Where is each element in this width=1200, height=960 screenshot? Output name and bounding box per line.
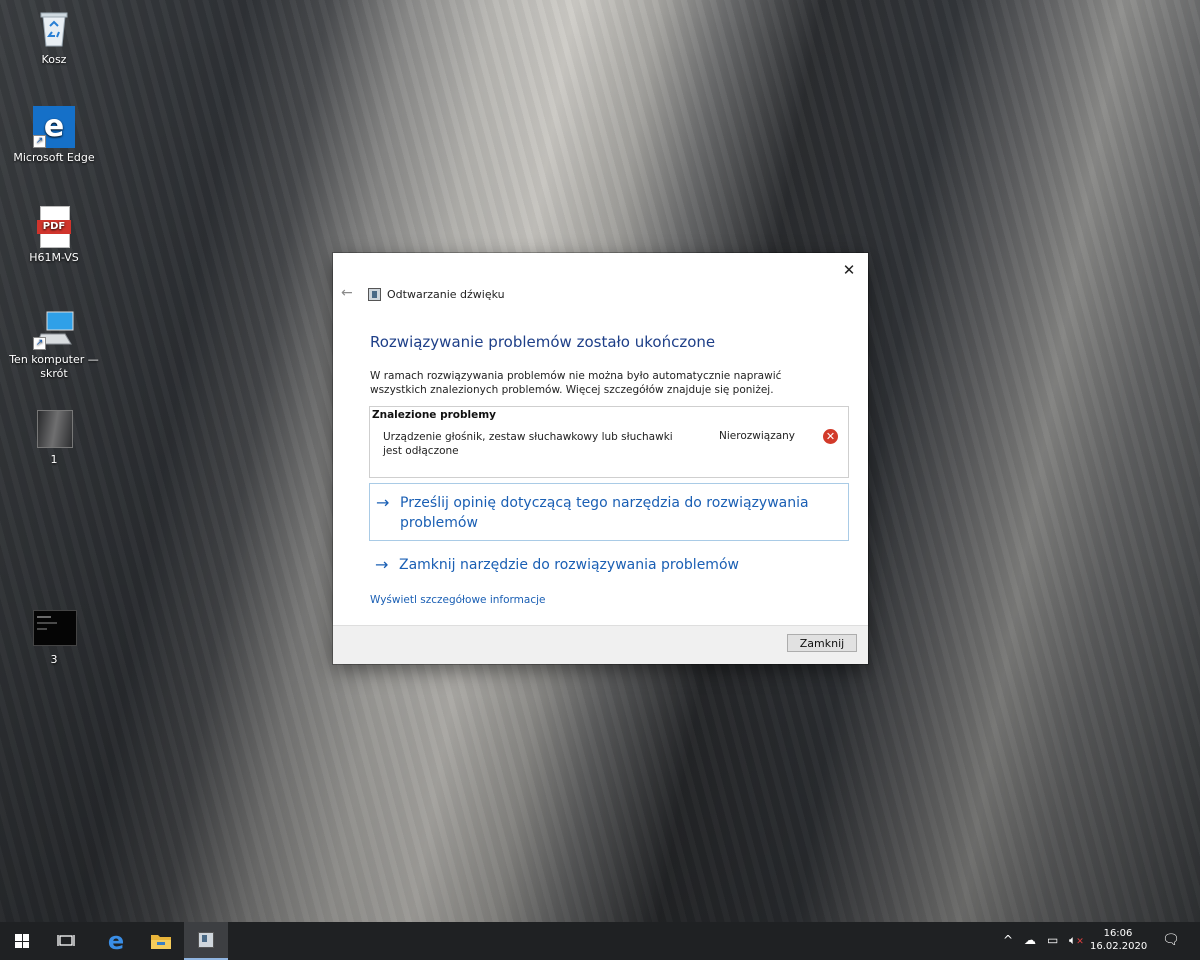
problem-status: Nierozwiązany <box>719 430 796 442</box>
taskbar-edge-button[interactable]: e <box>94 922 138 960</box>
task-view-button[interactable] <box>44 922 88 960</box>
clock-date: 16.02.2020 <box>1090 941 1148 952</box>
page-title: Rozwiązywanie problemów zostało ukończon… <box>370 333 716 351</box>
taskbar-clock[interactable]: 16:06 16.02.2020 <box>1090 927 1148 953</box>
chevron-up-icon[interactable]: ^ <box>1003 933 1013 947</box>
arrow-right-icon: → <box>376 493 390 512</box>
recycle-bin-icon <box>33 8 75 50</box>
troubleshooter-dialog: ✕ ← Odtwarzanie dźwięku Rozwiązywanie pr… <box>333 253 868 664</box>
problems-found-box: Znalezione problemy Urządzenie głośnik, … <box>369 406 849 478</box>
close-icon[interactable]: ✕ <box>838 259 860 281</box>
dialog-title-row: Odtwarzanie dźwięku <box>368 288 505 301</box>
volume-muted-icon[interactable]: 🔈︎✕ <box>1069 933 1084 948</box>
windows-logo-icon <box>15 934 29 948</box>
onedrive-cloud-icon[interactable]: ☁ <box>1024 933 1036 947</box>
this-pc-icon: ↗ <box>33 308 75 350</box>
desktop-icon-label: Kosz <box>41 53 67 66</box>
troubleshooter-app-icon <box>368 288 381 301</box>
shortcut-arrow-icon: ↗ <box>33 337 46 350</box>
edge-icon: e <box>107 927 125 955</box>
close-button[interactable]: Zamknij <box>787 634 857 652</box>
action-center-icon[interactable]: 🗨︎ <box>1162 932 1180 948</box>
image-file-icon <box>33 408 75 450</box>
close-troubleshooter-command[interactable]: → Zamknij narzędzie do rozwiązywania pro… <box>369 553 847 579</box>
desktop-icon-label: Ten komputer — skrót <box>9 353 99 380</box>
start-button[interactable] <box>0 922 44 960</box>
desktop-icon-edge[interactable]: e ↗ Microsoft Edge <box>9 106 99 165</box>
network-icon[interactable]: ▭ <box>1047 933 1058 947</box>
back-arrow-icon[interactable]: ← <box>341 285 353 301</box>
desktop-icon-image-1[interactable]: 1 <box>9 408 99 467</box>
desktop-icon-label: H61M-VS <box>29 251 79 264</box>
desktop-icon-label: Microsoft Edge <box>13 151 95 164</box>
taskbar-file-explorer-button[interactable] <box>139 922 183 960</box>
desktop-icon-this-pc[interactable]: ↗ Ten komputer — skrót <box>9 308 99 381</box>
troubleshooter-app-icon <box>198 932 214 948</box>
window-title: Odtwarzanie dźwięku <box>387 288 505 301</box>
desktop-icon-pdf[interactable]: PDF H61M-VS <box>9 206 99 265</box>
taskbar: e ^ ☁ ▭ 🔈︎✕ 16:06 16.02.2020 🗨︎ <box>0 922 1200 960</box>
arrow-right-icon: → <box>375 555 389 574</box>
folder-icon <box>151 935 171 949</box>
desktop-icon-label: 1 <box>50 453 58 466</box>
problems-header: Znalezione problemy <box>372 409 497 421</box>
desktop-icon-image-3[interactable]: 3 <box>9 608 99 667</box>
error-icon: ✕ <box>823 429 838 444</box>
send-feedback-command[interactable]: → Prześlij opinię dotyczącą tego narzędz… <box>369 483 849 541</box>
task-view-icon <box>57 935 75 946</box>
edge-icon: e ↗ <box>33 106 75 148</box>
taskbar-troubleshooter-button[interactable] <box>184 922 228 960</box>
close-troubleshooter-label: Zamknij narzędzie do rozwiązywania probl… <box>399 557 739 573</box>
view-details-link[interactable]: Wyświetl szczegółowe informacje <box>370 594 545 606</box>
send-feedback-label: Prześlij opinię dotyczącą tego narzędzia… <box>400 495 809 531</box>
desktop-icon-recycle-bin[interactable]: Kosz <box>9 8 99 67</box>
dialog-footer: Zamknij <box>333 625 868 664</box>
terminal-image-icon <box>33 608 77 650</box>
desktop-icon-label: 3 <box>50 653 58 666</box>
shortcut-arrow-icon: ↗ <box>33 135 46 148</box>
pdf-file-icon: PDF <box>33 206 75 248</box>
clock-time: 16:06 <box>1103 928 1133 939</box>
description-text: W ramach rozwiązywania problemów nie moż… <box>370 370 782 396</box>
problem-description: Urządzenie głośnik, zestaw słuchawkowy l… <box>383 431 673 457</box>
